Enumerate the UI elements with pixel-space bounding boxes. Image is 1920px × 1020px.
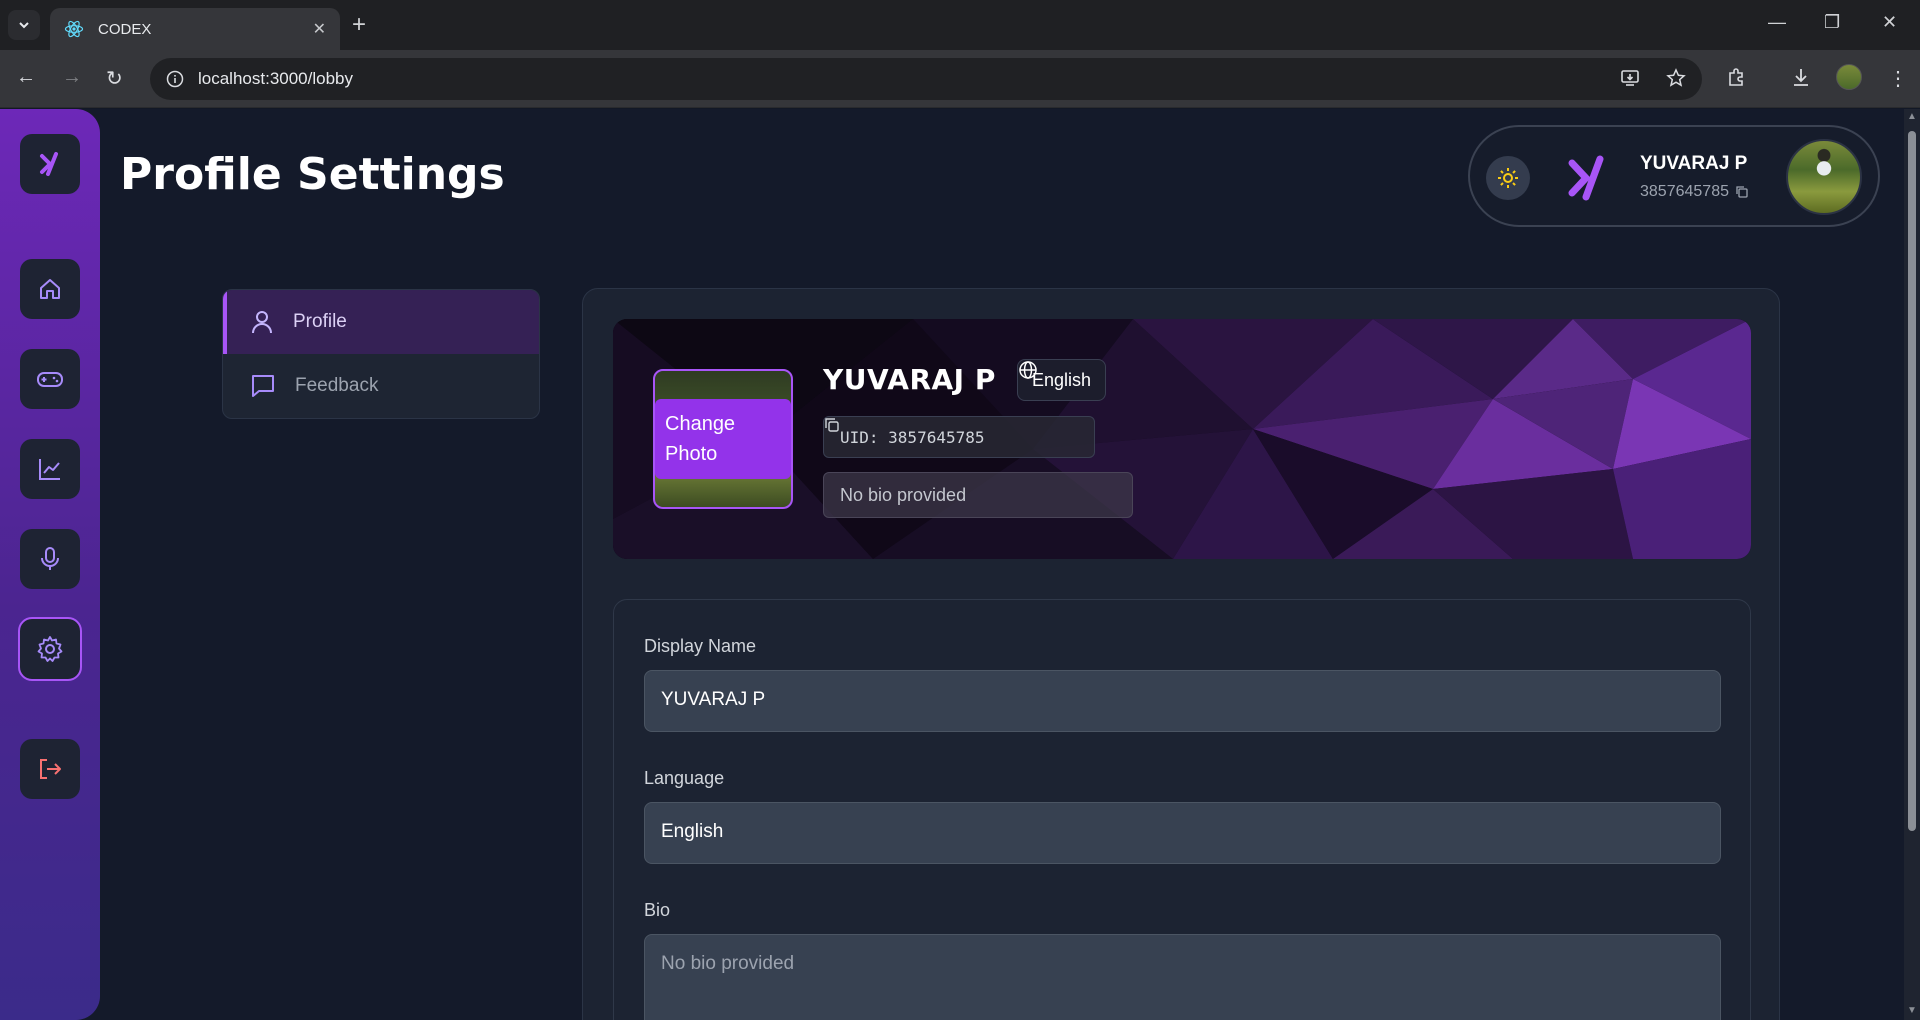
rail-logout-button[interactable] bbox=[20, 739, 80, 799]
install-app-icon[interactable] bbox=[1620, 68, 1640, 88]
more-menu-icon[interactable]: ⋮ bbox=[1888, 66, 1908, 91]
copy-icon bbox=[825, 418, 839, 432]
logout-icon bbox=[40, 759, 61, 779]
language-badge: English bbox=[1017, 359, 1107, 401]
profile-banner: Change Photo YUVARAJ P English UID: 3857… bbox=[613, 319, 1751, 559]
display-name-label: Display Name bbox=[644, 636, 757, 656]
copy-icon[interactable] bbox=[1735, 185, 1749, 199]
address-bar[interactable]: localhost:3000/lobby bbox=[150, 58, 1702, 100]
address-bar-actions bbox=[1620, 68, 1686, 88]
browser-profile-avatar[interactable] bbox=[1836, 64, 1862, 90]
sun-icon bbox=[1498, 168, 1518, 188]
avatar[interactable] bbox=[1786, 139, 1862, 215]
minimize-icon[interactable]: — bbox=[1768, 12, 1786, 33]
profile-panel: Change Photo YUVARAJ P English UID: 3857… bbox=[582, 288, 1780, 1020]
page-title: Profile Settings bbox=[120, 149, 505, 200]
user-icon bbox=[252, 311, 272, 334]
menu-item-profile[interactable]: Profile bbox=[223, 290, 539, 354]
url-text: localhost:3000/lobby bbox=[198, 69, 354, 88]
nav-rail bbox=[0, 109, 100, 1020]
reload-icon[interactable]: ↻ bbox=[106, 66, 123, 91]
settings-icon bbox=[37, 636, 63, 662]
menu-item-label: Profile bbox=[293, 311, 347, 332]
logo-icon bbox=[1568, 155, 1604, 201]
uid-copy-chip[interactable]: UID: 3857645785 bbox=[823, 416, 1095, 458]
back-arrow-icon[interactable]: ← bbox=[16, 66, 36, 89]
menu-item-feedback[interactable]: Feedback bbox=[223, 354, 539, 418]
message-icon bbox=[252, 375, 274, 397]
tab-title: CODEX bbox=[98, 20, 152, 38]
display-name-field[interactable]: YUVARAJ P bbox=[644, 670, 1721, 732]
gamepad-icon bbox=[37, 372, 63, 387]
rail-games-button[interactable] bbox=[20, 349, 80, 409]
profile-form: Display Name YUVARAJ P Language English … bbox=[613, 599, 1751, 1020]
logo-icon bbox=[40, 152, 58, 176]
rail-logo-button[interactable] bbox=[20, 134, 80, 194]
page-scrollbar[interactable]: ▲ ▼ bbox=[1904, 109, 1920, 1020]
rail-stats-button[interactable] bbox=[20, 439, 80, 499]
browser-toolbar: ← → ↻ localhost:3000/lobby ⋮ bbox=[0, 50, 1920, 108]
user-name: YUVARAJ P bbox=[1640, 153, 1748, 174]
scroll-thumb[interactable] bbox=[1908, 131, 1916, 831]
close-icon[interactable]: ✕ bbox=[313, 19, 326, 39]
uid-text: UID: 3857645785 bbox=[840, 427, 985, 447]
home-icon bbox=[40, 279, 60, 299]
theme-toggle-button[interactable] bbox=[1486, 156, 1530, 200]
language-badge-label: English bbox=[1032, 369, 1092, 390]
bio-label: Bio bbox=[644, 900, 671, 920]
scroll-down-icon[interactable]: ▼ bbox=[1907, 1005, 1917, 1016]
language-select[interactable]: English bbox=[644, 802, 1721, 864]
react-icon bbox=[64, 20, 84, 38]
mic-icon bbox=[41, 547, 59, 570]
user-profile-pill: YUVARAJ P 3857645785 bbox=[1468, 125, 1880, 227]
rail-settings-button[interactable] bbox=[18, 617, 82, 681]
language-label: Language bbox=[644, 768, 725, 788]
profile-name: YUVARAJ P bbox=[823, 363, 996, 396]
browser-tab[interactable]: CODEX ✕ bbox=[50, 8, 340, 50]
extensions-icon[interactable] bbox=[1726, 66, 1748, 88]
chevron-down-icon bbox=[19, 22, 29, 29]
tab-search-button[interactable] bbox=[8, 10, 40, 40]
window-close-icon[interactable]: ✕ bbox=[1882, 12, 1897, 33]
change-photo-button[interactable]: Change Photo bbox=[655, 399, 791, 479]
restore-icon[interactable]: ❐ bbox=[1824, 12, 1840, 33]
bio-preview: No bio provided bbox=[823, 472, 1133, 518]
app-root: Profile Settings YUVARAJ P 3857645785 Pr… bbox=[0, 109, 1920, 1020]
bio-field[interactable]: No bio provided bbox=[644, 934, 1721, 1020]
user-uid-value: 3857645785 bbox=[1640, 183, 1729, 200]
forward-arrow-icon[interactable]: → bbox=[62, 66, 82, 89]
settings-menu: Profile Feedback bbox=[222, 289, 540, 419]
star-icon[interactable] bbox=[1666, 68, 1686, 88]
rail-home-button[interactable] bbox=[20, 259, 80, 319]
globe-icon bbox=[1019, 361, 1037, 379]
profile-photo[interactable]: Change Photo bbox=[653, 369, 793, 509]
scroll-up-icon[interactable]: ▲ bbox=[1907, 111, 1917, 122]
browser-tabbar: CODEX ✕ + — ❐ ✕ bbox=[0, 0, 1920, 50]
chart-icon bbox=[39, 459, 60, 480]
menu-item-label: Feedback bbox=[295, 375, 379, 396]
site-info-icon[interactable] bbox=[166, 70, 184, 88]
new-tab-button[interactable]: + bbox=[352, 12, 366, 38]
download-icon[interactable] bbox=[1790, 66, 1812, 88]
rail-voice-button[interactable] bbox=[20, 529, 80, 589]
user-uid: 3857645785 bbox=[1640, 183, 1749, 201]
